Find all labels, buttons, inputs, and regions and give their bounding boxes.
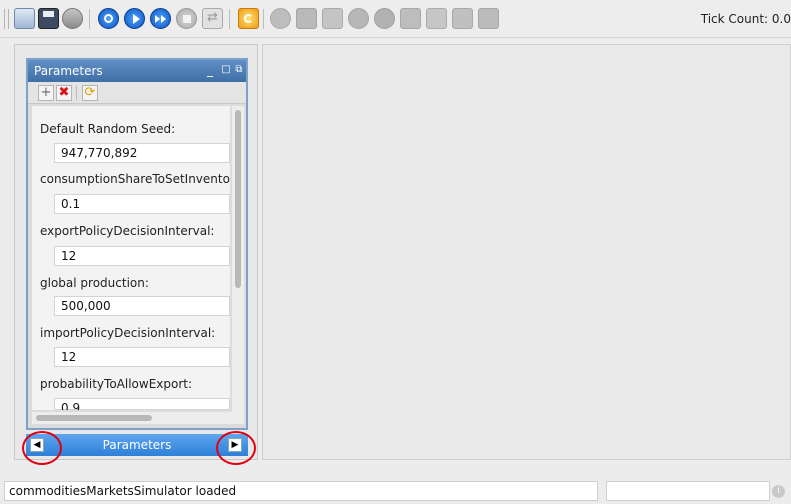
power-icon[interactable]: [98, 8, 119, 29]
param-value-field[interactable]: 0.9: [54, 398, 230, 410]
add-parameter-button[interactable]: +: [38, 85, 54, 101]
parameters-panel-title: Parameters: [34, 64, 103, 78]
person-icon[interactable]: [374, 8, 395, 29]
parameters-horizontal-scrollbar[interactable]: [32, 412, 232, 424]
dataset-icon[interactable]: [296, 8, 317, 29]
param-label: importPolicyDecisionInterval:: [40, 326, 216, 340]
grid-icon[interactable]: [478, 8, 499, 29]
param-value-field[interactable]: 12: [54, 246, 230, 266]
save-icon[interactable]: [38, 8, 59, 29]
info-icon[interactable]: i: [772, 485, 785, 498]
remove-parameter-button[interactable]: ✖: [56, 85, 72, 101]
map-icon[interactable]: [400, 8, 421, 29]
status-secondary-field: [606, 481, 770, 501]
parameters-toolbar: + ✖ ⟳: [28, 82, 246, 104]
toolbar-grip[interactable]: [4, 9, 9, 29]
tick-count: Tick Count: 0.0: [700, 12, 791, 26]
parameters-list: Default Random Seed: 947,770,892 consump…: [32, 106, 230, 410]
table-icon[interactable]: [322, 8, 343, 29]
main-display-area[interactable]: [262, 44, 791, 460]
restore-button[interactable]: ⧉: [233, 60, 245, 82]
param-label: exportPolicyDecisionInterval:: [40, 224, 215, 238]
param-label: consumptionShareToSetInventory: [40, 172, 230, 186]
stop-icon[interactable]: [176, 8, 197, 29]
sphere-icon[interactable]: [348, 8, 369, 29]
parameters-vertical-scrollbar[interactable]: [232, 106, 244, 424]
param-value-field[interactable]: 12: [54, 347, 230, 367]
highlight-circle-next: [216, 431, 256, 465]
status-message: commoditiesMarketsSimulator loaded: [4, 481, 598, 501]
toolbar: ⇄ Tick Count: 0.0: [0, 0, 791, 38]
database-icon[interactable]: [62, 8, 83, 29]
param-value-field[interactable]: 0.1: [54, 194, 230, 214]
vertical-scroll-thumb[interactable]: [235, 110, 241, 288]
monitor-icon[interactable]: [426, 8, 447, 29]
image-icon[interactable]: [452, 8, 473, 29]
highlight-circle-prev: [22, 431, 62, 465]
play-icon[interactable]: [124, 8, 145, 29]
parameters-panel-title-bar[interactable]: Parameters _ □ ⧉: [28, 60, 246, 82]
param-label: global production:: [40, 276, 149, 290]
new-file-icon[interactable]: [14, 8, 35, 29]
chart-icon[interactable]: [270, 8, 291, 29]
tab-parameters[interactable]: Parameters: [103, 438, 172, 452]
fast-forward-icon[interactable]: [150, 8, 171, 29]
maximize-button[interactable]: □: [220, 60, 232, 82]
parameters-panel: Parameters _ □ ⧉ + ✖ ⟳ Default Random Se…: [26, 58, 248, 430]
refresh-parameters-button[interactable]: ⟳: [82, 85, 98, 101]
refresh-icon[interactable]: [238, 8, 259, 29]
param-value-field[interactable]: 947,770,892: [54, 143, 230, 163]
minimize-button[interactable]: _: [204, 60, 216, 82]
horizontal-scroll-thumb[interactable]: [36, 415, 152, 421]
param-label: Default Random Seed:: [40, 122, 176, 136]
reset-icon[interactable]: ⇄: [202, 8, 223, 29]
param-label: probabilityToAllowExport:: [40, 377, 193, 391]
param-value-field[interactable]: 500,000: [54, 296, 230, 316]
